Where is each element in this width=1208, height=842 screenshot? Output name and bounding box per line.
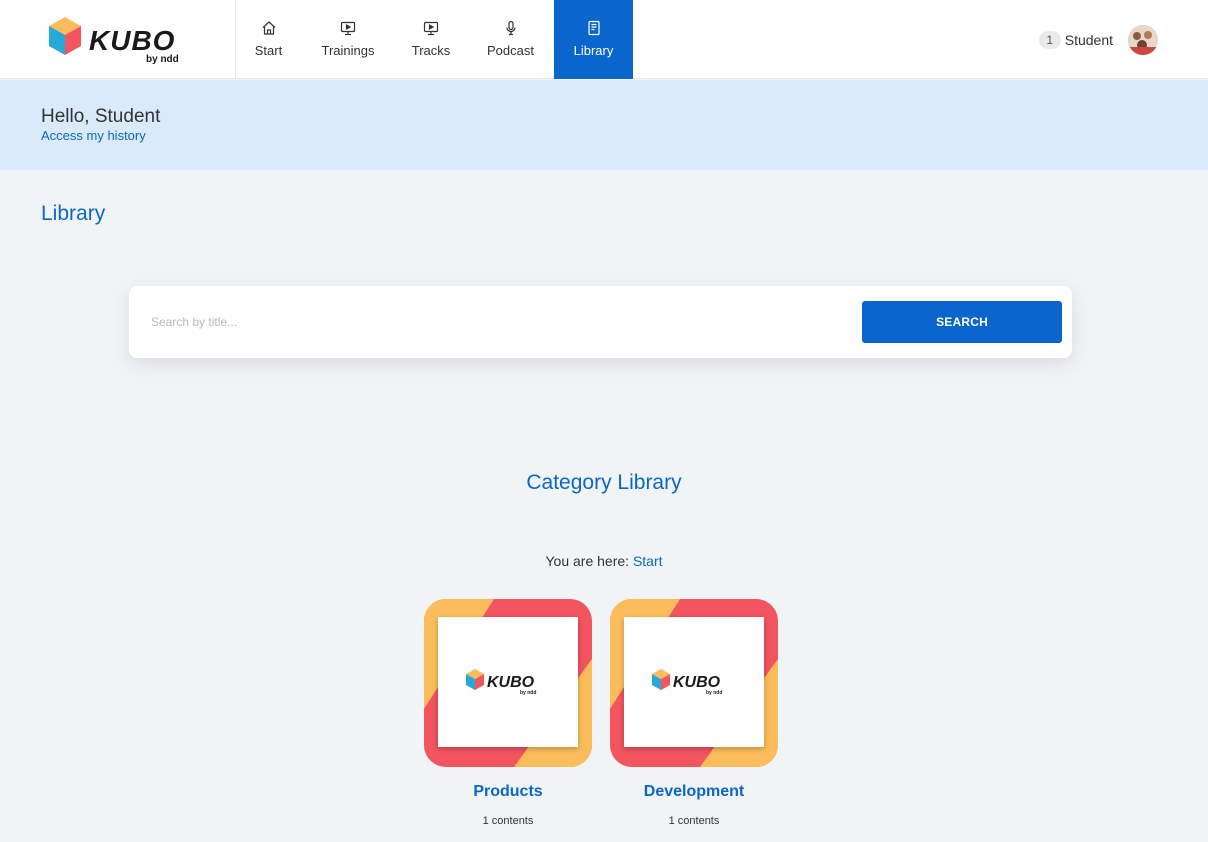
nav-tracks-label: Tracks [411,42,451,58]
svg-text:KUBO: KUBO [673,674,721,691]
svg-text:KUBO: KUBO [487,674,535,691]
user-name[interactable]: Student [1065,32,1113,48]
home-icon [262,20,275,35]
kubo-logo[interactable]: KUBO by ndd [44,15,189,65]
svg-text:by ndd: by ndd [520,690,536,696]
nav-podcast[interactable]: Podcast [467,0,554,79]
nav-start[interactable]: Start [236,0,301,79]
category-count: 1 contents [668,815,720,827]
category-thumbnail[interactable]: KUBO by ndd [424,599,592,767]
breadcrumb-start-link[interactable]: Start [633,553,663,569]
nav-tracks[interactable]: Tracks [395,0,467,79]
book-icon [587,20,600,35]
breadcrumb-prefix: You are here: [545,553,630,569]
svg-text:KUBO: KUBO [89,25,175,56]
category-count: 1 contents [482,815,534,827]
user-menu[interactable]: 1 Student [1038,24,1158,56]
search-card: SEARCH [129,286,1072,358]
category-thumbnail[interactable]: KUBO by ndd [610,599,778,767]
svg-text:by ndd: by ndd [146,54,179,65]
top-navigation-bar: KUBO by ndd Start Trainings Tracks Podca… [0,0,1208,79]
category-name[interactable]: Development [610,783,778,801]
breadcrumb: You are here: Start [0,553,1208,569]
main-nav: Start Trainings Tracks Podcast Library [236,0,633,79]
avatar-image [1128,25,1158,55]
monitor-play-icon [340,21,356,35]
nav-start-label: Start [254,42,283,58]
nav-library-label: Library [573,42,614,58]
category-name[interactable]: Products [424,783,592,801]
nav-library[interactable]: Library [554,0,633,79]
category-card-products[interactable]: KUBO by ndd Products 1 contents [424,599,592,827]
search-input[interactable] [143,304,843,340]
svg-text:by ndd: by ndd [706,690,722,696]
nav-trainings[interactable]: Trainings [301,0,395,79]
page-title: Library [41,202,106,225]
monitor-play-icon [423,21,439,35]
nav-trainings-label: Trainings [321,42,375,58]
microphone-icon [505,20,516,35]
greeting-banner: Hello, Student Access my history [0,80,1208,170]
nav-podcast-label: Podcast [487,42,534,58]
access-history-link[interactable]: Access my history [41,128,146,143]
notification-badge[interactable]: 1 [1038,31,1061,49]
category-card-development[interactable]: KUBO by ndd Development 1 contents [610,599,778,827]
search-button[interactable]: SEARCH [862,301,1062,343]
greeting-text: Hello, Student [41,106,161,127]
avatar[interactable] [1128,25,1158,55]
category-library-title: Category Library [526,471,682,494]
